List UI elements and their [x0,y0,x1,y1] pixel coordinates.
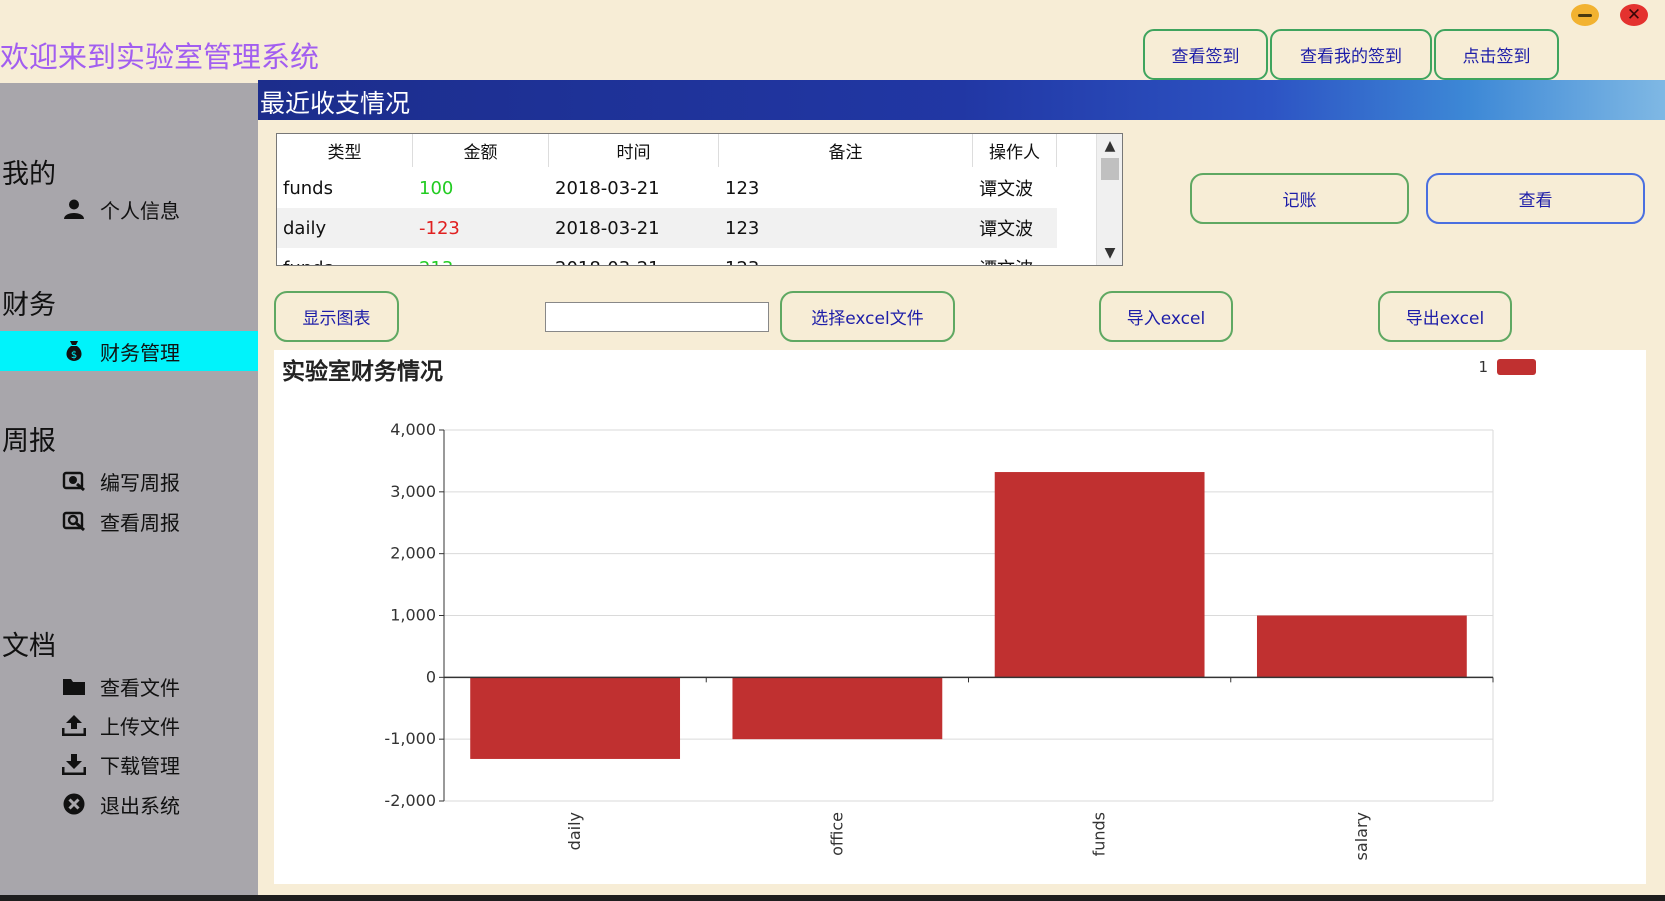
svg-text:$: $ [71,350,77,361]
bar [994,472,1205,678]
chart-title: 实验室财务情况 [282,358,443,385]
cell-operator: 谭文波 [979,179,1033,200]
sidebar-item-label: 财务管理 [100,340,180,365]
cell-time: 2018-03-21 [555,177,660,199]
cell-time: 2018-03-21 [549,248,719,266]
cell-note: 123 [725,177,760,199]
sidebar: 我的 个人信息 财务 $ 财务管理 周报 编写周报 查看周报 文档 查看文件 上… [0,83,258,895]
x-tick-label: funds [1090,812,1109,856]
x-tick-label: office [827,812,846,856]
y-tick-label: -2,000 [384,791,436,810]
sidebar-item-view-files[interactable]: 查看文件 [0,666,258,706]
finance-records-table[interactable]: 类型 金额 时间 备注 操作人 funds 100 2018-03-21 123… [276,133,1123,266]
column-header-type[interactable]: 类型 [277,134,413,167]
finance-chart-panel: 实验室财务情况 1 4,000 3,000 2,000 1,000 0 -1,000 -2,00… [274,350,1646,884]
cell-amount: 100 [419,177,454,199]
sidebar-item-label: 退出系统 [100,793,180,818]
sidebar-item-label: 编写周报 [100,470,180,495]
scrollbar-thumb[interactable] [1101,158,1119,180]
table-header: 类型 金额 时间 备注 操作人 [277,134,1057,167]
upload-icon [62,714,86,736]
view-signin-button[interactable]: 查看签到 [1143,29,1268,80]
cell-type: funds [283,177,333,199]
money-bag-icon: $ [62,340,86,362]
sidebar-item-personal-info[interactable]: 个人信息 [0,189,258,229]
x-tick-label: daily [565,812,584,850]
y-tick-label: -1,000 [384,729,436,748]
import-excel-button[interactable]: 导入excel [1099,291,1233,342]
cell-note: 123 [719,248,973,266]
y-tick-label: 4,000 [390,420,436,439]
sidebar-group-documents: 文档 [2,631,56,662]
cell-note: 123 [725,217,760,239]
legend-label: 1 [1478,358,1488,376]
download-icon [62,753,86,775]
sidebar-item-exit-system[interactable]: 退出系统 [0,784,258,824]
finance-bar-chart: 实验室财务情况 1 4,000 3,000 2,000 1,000 0 -1,000 -2,00… [282,358,1536,860]
column-header-time[interactable]: 时间 [549,134,719,167]
sidebar-group-mine: 我的 [2,159,56,190]
export-excel-button[interactable]: 导出excel [1378,291,1512,342]
show-chart-button[interactable]: 显示图表 [274,291,399,342]
cell-operator: 谭文波 [979,219,1033,240]
y-tick-label: 3,000 [390,482,436,501]
choose-excel-file-button[interactable]: 选择excel文件 [780,291,955,342]
column-header-note[interactable]: 备注 [719,134,973,167]
report-edit-icon [62,470,86,492]
sidebar-item-upload-file[interactable]: 上传文件 [0,705,258,745]
view-my-signin-button[interactable]: 查看我的签到 [1270,29,1432,80]
column-header-amount[interactable]: 金额 [413,134,549,167]
y-tick-label: 0 [426,667,436,686]
bar [732,677,943,740]
legend-swatch [1497,359,1536,375]
scroll-up-icon[interactable]: ▲ [1097,136,1122,156]
folder-icon [62,675,86,697]
cell-operator: 谭文波 [973,248,1057,265]
cell-time: 2018-03-21 [555,217,660,239]
app-title: 欢迎来到实验室管理系统 [0,40,320,74]
exit-icon [62,793,86,815]
app-window: 欢迎来到实验室管理系统 ✕ 查看签到 查看我的签到 点击签到 我的 个人信息 财… [0,0,1665,895]
scroll-down-icon[interactable]: ▼ [1097,243,1122,263]
sidebar-item-label: 查看文件 [100,675,180,700]
cell-type: daily [283,217,327,239]
sidebar-item-download-management[interactable]: 下载管理 [0,744,258,784]
view-button[interactable]: 查看 [1426,173,1645,224]
table-row[interactable]: daily -123 2018-03-21 123 谭文波 [277,208,1057,248]
report-view-icon [62,510,86,532]
sidebar-item-finance-management[interactable]: $ 财务管理 [0,331,258,371]
y-tick-label: 1,000 [390,606,436,625]
x-tick-label: salary [1352,812,1371,860]
taskbar-strip [0,895,1665,901]
cell-type: funds [277,248,413,266]
sidebar-item-label: 下载管理 [100,753,180,778]
table-scrollbar[interactable]: ▲ ▼ [1096,134,1122,265]
person-icon [62,198,86,220]
sidebar-item-label: 查看周报 [100,510,180,535]
y-tick-label: 2,000 [390,544,436,563]
sidebar-group-weekly-report: 周报 [2,426,56,457]
bar [1256,615,1467,678]
sidebar-item-write-report[interactable]: 编写周报 [0,461,258,501]
minimize-button[interactable] [1571,4,1599,26]
sidebar-item-label: 上传文件 [100,714,180,739]
sidebar-item-view-report[interactable]: 查看周报 [0,501,258,541]
cell-amount: -123 [419,217,460,239]
section-title: 最近收支情况 [260,89,411,118]
sidebar-item-label: 个人信息 [100,198,180,223]
sidebar-group-finance: 财务 [2,290,56,321]
record-button[interactable]: 记账 [1190,173,1409,224]
cell-amount: 213 [413,248,549,266]
table-row[interactable]: funds 213 2018-03-21 123 谭文波 [277,248,1057,266]
excel-file-path-input[interactable] [545,302,769,332]
table-row[interactable]: funds 100 2018-03-21 123 谭文波 [277,168,1057,208]
bar [470,677,681,759]
close-button[interactable]: ✕ [1620,4,1648,26]
section-header: 最近收支情况 [258,80,1665,120]
click-signin-button[interactable]: 点击签到 [1434,29,1559,80]
column-header-operator[interactable]: 操作人 [973,134,1057,167]
